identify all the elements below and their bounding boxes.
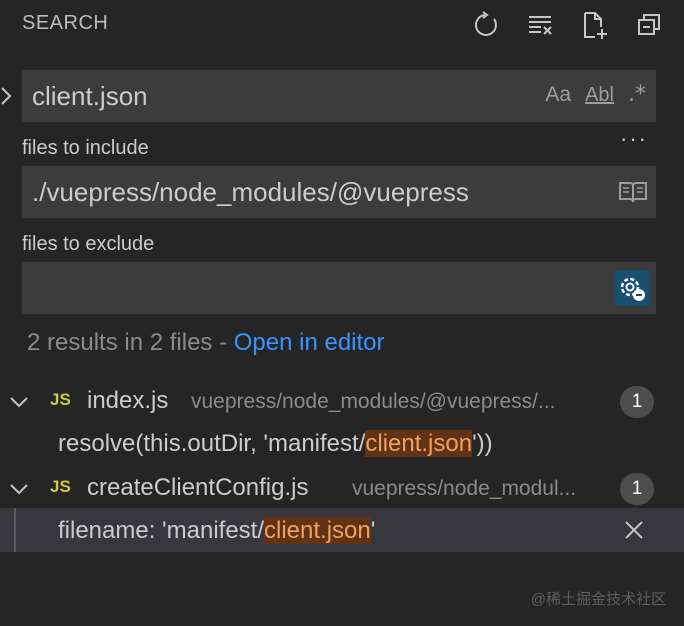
whole-word-toggle[interactable]: Abl xyxy=(585,80,614,110)
match-highlight: client.json xyxy=(365,430,473,457)
results-count-text: 2 results in 2 files - xyxy=(27,329,234,356)
panel-title: SEARCH xyxy=(22,12,109,34)
collapse-all-icon[interactable] xyxy=(632,8,666,42)
result-match-row[interactable]: resolve(this.outDir, 'manifest/client.js… xyxy=(0,421,684,465)
match-before: filename: 'manifest/ xyxy=(58,517,265,544)
match-preview: resolve(this.outDir, 'manifest/client.js… xyxy=(58,430,493,458)
result-file-name: createClientConfig.js xyxy=(87,474,309,501)
match-preview: filename: 'manifest/client.json' xyxy=(58,517,375,545)
include-input-box[interactable]: ./vuepress/node_modules/@vuepress xyxy=(22,166,656,218)
match-after: ')) xyxy=(472,430,493,457)
clear-results-icon[interactable] xyxy=(524,8,558,42)
chevron-down-icon[interactable] xyxy=(8,478,30,500)
files-to-exclude-label: files to exclude xyxy=(22,233,155,255)
toggle-replace-chevron-icon[interactable] xyxy=(0,83,14,109)
files-to-include-input[interactable]: ./vuepress/node_modules/@vuepress xyxy=(32,177,469,208)
use-exclude-settings-gear-icon[interactable] xyxy=(614,270,650,306)
header-actions xyxy=(470,8,666,42)
dismiss-close-icon[interactable] xyxy=(622,518,646,542)
files-to-include-label: files to include xyxy=(22,137,149,159)
exclude-input-box[interactable] xyxy=(22,262,656,314)
js-file-icon: JS xyxy=(50,390,71,409)
match-after: ' xyxy=(370,517,376,544)
js-file-icon: JS xyxy=(50,477,71,496)
result-file-row[interactable]: JS createClientConfig.js vuepress/node_m… xyxy=(0,468,684,508)
regex-toggle[interactable]: .* xyxy=(628,80,646,110)
result-file-path: vuepress/node_modules/@vuepress/... xyxy=(191,390,556,413)
open-in-editor-link[interactable]: Open in editor xyxy=(234,329,385,356)
search-input[interactable]: client.json xyxy=(32,81,148,112)
result-file-path: vuepress/node_modul... xyxy=(352,477,577,500)
watermark-text: @稀土掘金技术社区 xyxy=(530,591,666,608)
match-count-badge: 1 xyxy=(620,386,654,418)
new-search-editor-icon[interactable] xyxy=(578,8,612,42)
search-toggles: Aa Abl .* xyxy=(545,80,646,110)
match-highlight: client.json xyxy=(264,517,371,544)
result-file-name: index.js xyxy=(87,387,169,414)
result-match-row-selected[interactable]: filename: 'manifest/client.json' xyxy=(0,508,684,552)
indent-guide xyxy=(14,508,16,552)
open-editors-book-icon[interactable] xyxy=(618,178,648,206)
toggle-search-details-button[interactable]: ··· xyxy=(620,126,648,152)
match-count-badge: 1 xyxy=(620,473,654,505)
match-before: resolve(this.outDir, 'manifest/ xyxy=(58,430,366,457)
results-summary: 2 results in 2 files - Open in editor xyxy=(27,329,385,357)
refresh-icon[interactable] xyxy=(470,8,504,42)
chevron-down-icon[interactable] xyxy=(8,391,30,413)
result-file-row[interactable]: JS index.js vuepress/node_modules/@vuepr… xyxy=(0,381,684,421)
search-input-box[interactable]: client.json Aa Abl .* xyxy=(22,70,656,122)
match-case-toggle[interactable]: Aa xyxy=(545,80,571,110)
search-header: SEARCH xyxy=(0,0,684,50)
